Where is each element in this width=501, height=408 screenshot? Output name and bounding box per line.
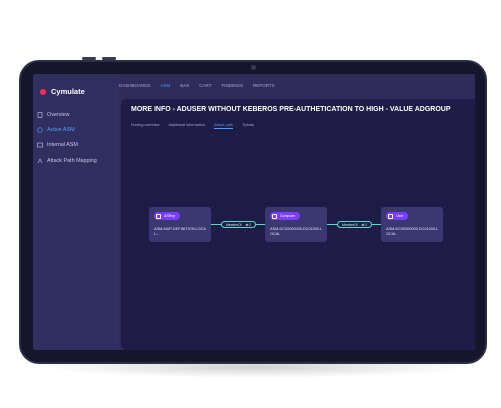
sidebar-item-label: Overview (47, 112, 70, 118)
sidebar-item-overview[interactable]: Overview (37, 112, 69, 118)
sidebar-item-active-asm[interactable]: Active ASM (37, 127, 75, 133)
radar-icon (37, 127, 43, 133)
topnav-cart[interactable]: CART (199, 83, 211, 88)
node-label: ASM-DC00000000.DC01000.LOCAL (386, 227, 439, 236)
link-icon: ⇄ (245, 223, 249, 227)
node-label: ASM-DC00000000.DC01000.LOCAL (270, 227, 323, 236)
topnav-reports[interactable]: REPORTS (253, 83, 275, 88)
edge-relation: MemberOf (342, 223, 358, 227)
user-icon (388, 213, 393, 219)
panel-tabs: Finding overview Additional information … (131, 123, 254, 129)
logo-icon (40, 88, 46, 95)
sidebar: Cymulate Overview Active ASM Internal AS… (33, 74, 119, 350)
graph-node[interactable]: User ASM-DC00000000.DC01000.LOCAL (381, 207, 443, 242)
tab-tickets[interactable]: Tickets (242, 123, 254, 129)
node-type-badge: Computer (270, 212, 301, 220)
computer-icon (272, 213, 277, 219)
brand-name: Cymulate (51, 87, 85, 96)
panel-title: MORE INFO - ADUSER WITHOUT KEBEROS PRE-A… (131, 106, 451, 113)
app-screen: Cymulate Overview Active ASM Internal AS… (33, 74, 475, 350)
edge-count: 2 (249, 223, 252, 227)
gear-icon (156, 213, 161, 219)
edge-label[interactable]: MemberOf ⇄ 2 (337, 221, 373, 228)
node-type-badge: ASRep (154, 212, 181, 220)
brand-logo[interactable]: Cymulate (40, 87, 85, 96)
topnav-dashboards[interactable]: DASHBOARDS (119, 83, 151, 88)
node-type-badge: User (386, 212, 409, 220)
edge-count: 2 (365, 223, 368, 227)
topnav-findings[interactable]: FINDINGS (221, 83, 243, 88)
topnav-asm[interactable]: ASM (161, 83, 171, 88)
tab-attack-path[interactable]: Attack path (214, 123, 234, 129)
link-icon: ⇄ (361, 223, 365, 227)
sidebar-item-label: Attack Path Mapping (47, 158, 97, 164)
node-label: ASM-MAP-DEFINITION.LOCAL... (154, 227, 206, 236)
network-icon (37, 142, 43, 148)
node-type-label: User (396, 214, 404, 218)
finding-detail-panel: MORE INFO - ADUSER WITHOUT KEBEROS PRE-A… (121, 99, 475, 350)
top-navigation: DASHBOARDS ASM BAS CART FINDINGS REPORTS (119, 83, 275, 88)
edge-relation: MemberOf (226, 223, 242, 227)
path-icon (37, 158, 43, 164)
graph-node[interactable]: ASRep ASM-MAP-DEFINITION.LOCAL... (149, 207, 211, 242)
edge-label[interactable]: MemberOf ⇄ 2 (221, 221, 257, 228)
sidebar-item-attack-path-mapping[interactable]: Attack Path Mapping (37, 158, 97, 164)
tab-finding-overview[interactable]: Finding overview (131, 123, 160, 129)
node-type-label: Computer (280, 214, 296, 218)
tab-additional-information[interactable]: Additional information (169, 123, 206, 129)
sidebar-item-label: Internal ASM (47, 142, 78, 148)
camera (251, 65, 256, 70)
graph-node[interactable]: Computer ASM-DC00000000.DC01000.LOCAL (265, 207, 327, 242)
document-icon (37, 112, 43, 118)
sidebar-item-label: Active ASM (47, 127, 75, 133)
topnav-bas[interactable]: BAS (180, 83, 189, 88)
sidebar-item-internal-asm[interactable]: Internal ASM (37, 142, 78, 148)
node-type-label: ASRep (164, 214, 176, 218)
